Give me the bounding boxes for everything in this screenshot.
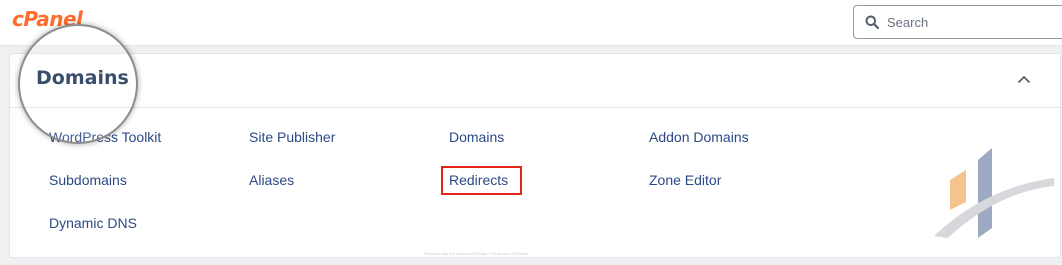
redirects-link[interactable]: Redirects	[449, 172, 508, 188]
chevron-up-icon	[1017, 75, 1031, 83]
wordpress-toolkit-link[interactable]: WordPress Toolkit	[49, 129, 161, 145]
search-icon	[865, 15, 879, 29]
footer-note: Provided with the account of Rafael. Ful…	[424, 251, 528, 256]
collapse-button[interactable]	[1015, 70, 1033, 88]
watermark-logo	[934, 148, 1054, 238]
panel-title: Domains	[36, 67, 129, 89]
dynamic-dns-link[interactable]: Dynamic DNS	[49, 215, 137, 231]
cpanel-logo[interactable]: cPanel	[12, 7, 83, 31]
panel-header[interactable]: Domains	[10, 54, 1060, 108]
zone-editor-link[interactable]: Zone Editor	[649, 172, 721, 188]
domains-panel: Domains	[9, 53, 1061, 258]
site-publisher-link[interactable]: Site Publisher	[249, 129, 335, 145]
domains-link[interactable]: Domains	[449, 129, 504, 145]
subdomains-link[interactable]: Subdomains	[49, 172, 127, 188]
search-input[interactable]	[887, 14, 1037, 30]
addon-domains-link[interactable]: Addon Domains	[649, 129, 749, 145]
top-bar: cPanel	[0, 0, 1062, 46]
aliases-link[interactable]: Aliases	[249, 172, 294, 188]
search-box[interactable]	[853, 5, 1062, 39]
